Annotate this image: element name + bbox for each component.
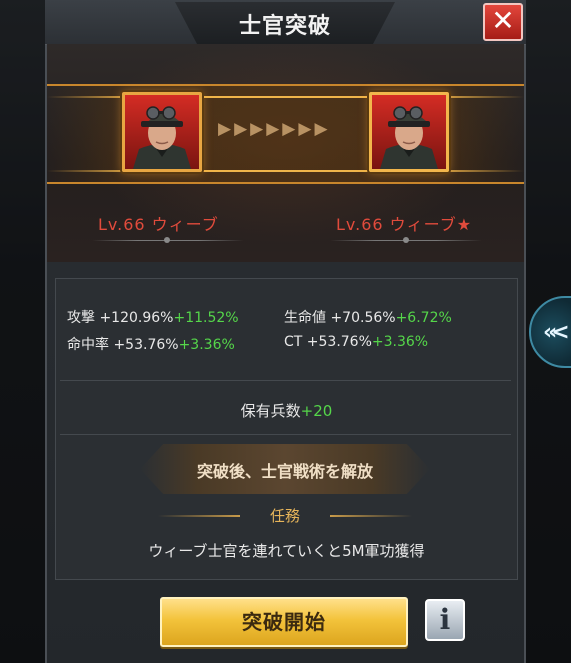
mission-text: ウィーブ士官を連れていくと5M軍功獲得 xyxy=(148,542,425,560)
stat-accuracy-bonus: +3.36% xyxy=(178,337,235,353)
double-chevron-left-icon: «< xyxy=(543,319,570,345)
officer-avatar-icon xyxy=(380,106,438,169)
officer-avatar-icon xyxy=(133,106,191,169)
name-dot-left xyxy=(164,237,170,243)
stat-crit-bonus: +3.36% xyxy=(371,334,429,350)
start-breakthrough-button[interactable]: 突破開始 xyxy=(160,597,408,647)
unlock-text: 突破後、士官戦術を解放 xyxy=(196,462,373,481)
stat-crit-value: +53.76% xyxy=(306,334,372,350)
stat-accuracy-label: 命中率 xyxy=(67,337,109,353)
close-button[interactable]: ✕ xyxy=(483,3,523,41)
stat-accuracy-value: +53.76% xyxy=(113,337,179,353)
close-icon: ✕ xyxy=(491,4,515,37)
troop-capacity-label: 保有兵数 xyxy=(240,402,301,420)
dialog-title: 士官突破 xyxy=(238,14,331,39)
troop-capacity-bonus: +20 xyxy=(300,402,333,420)
stat-hp: 生命値 +70.56%+6.72% xyxy=(284,307,452,327)
stats-divider xyxy=(60,380,511,381)
info-icon: i xyxy=(439,603,451,636)
troops-divider xyxy=(60,434,511,435)
officer-portrait-after[interactable] xyxy=(369,92,449,172)
stat-hp-bonus: +6.72% xyxy=(395,310,452,326)
troop-capacity: 保有兵数+20 xyxy=(55,400,518,421)
stat-accuracy: 命中率 +53.76%+3.36% xyxy=(67,334,235,354)
name-dot-right xyxy=(403,237,409,243)
stat-crit-label: CT xyxy=(284,334,303,350)
officer-portrait-before[interactable] xyxy=(122,92,202,172)
stat-hp-label: 生命値 xyxy=(284,310,326,326)
mission-title: 任務 xyxy=(269,507,300,525)
stat-attack-bonus: +11.52% xyxy=(173,310,239,326)
info-button[interactable]: i xyxy=(425,599,465,641)
officer-name-before: Lv.66 ウィーブ xyxy=(98,215,219,234)
progress-arrows: ▶▶▶▶▶▶▶ xyxy=(218,119,331,139)
stat-hp-value: +70.56% xyxy=(330,310,396,326)
mission-line-left xyxy=(158,515,240,517)
stat-attack-label: 攻撃 xyxy=(67,310,95,326)
mission-line-right xyxy=(330,515,412,517)
officer-name-after: Lv.66 ウィーブ★ xyxy=(336,215,473,234)
stat-attack-value: +120.96% xyxy=(99,310,174,326)
stat-attack: 攻撃 +120.96%+11.52% xyxy=(67,307,239,327)
stat-crit: CT +53.76%+3.36% xyxy=(284,334,428,350)
